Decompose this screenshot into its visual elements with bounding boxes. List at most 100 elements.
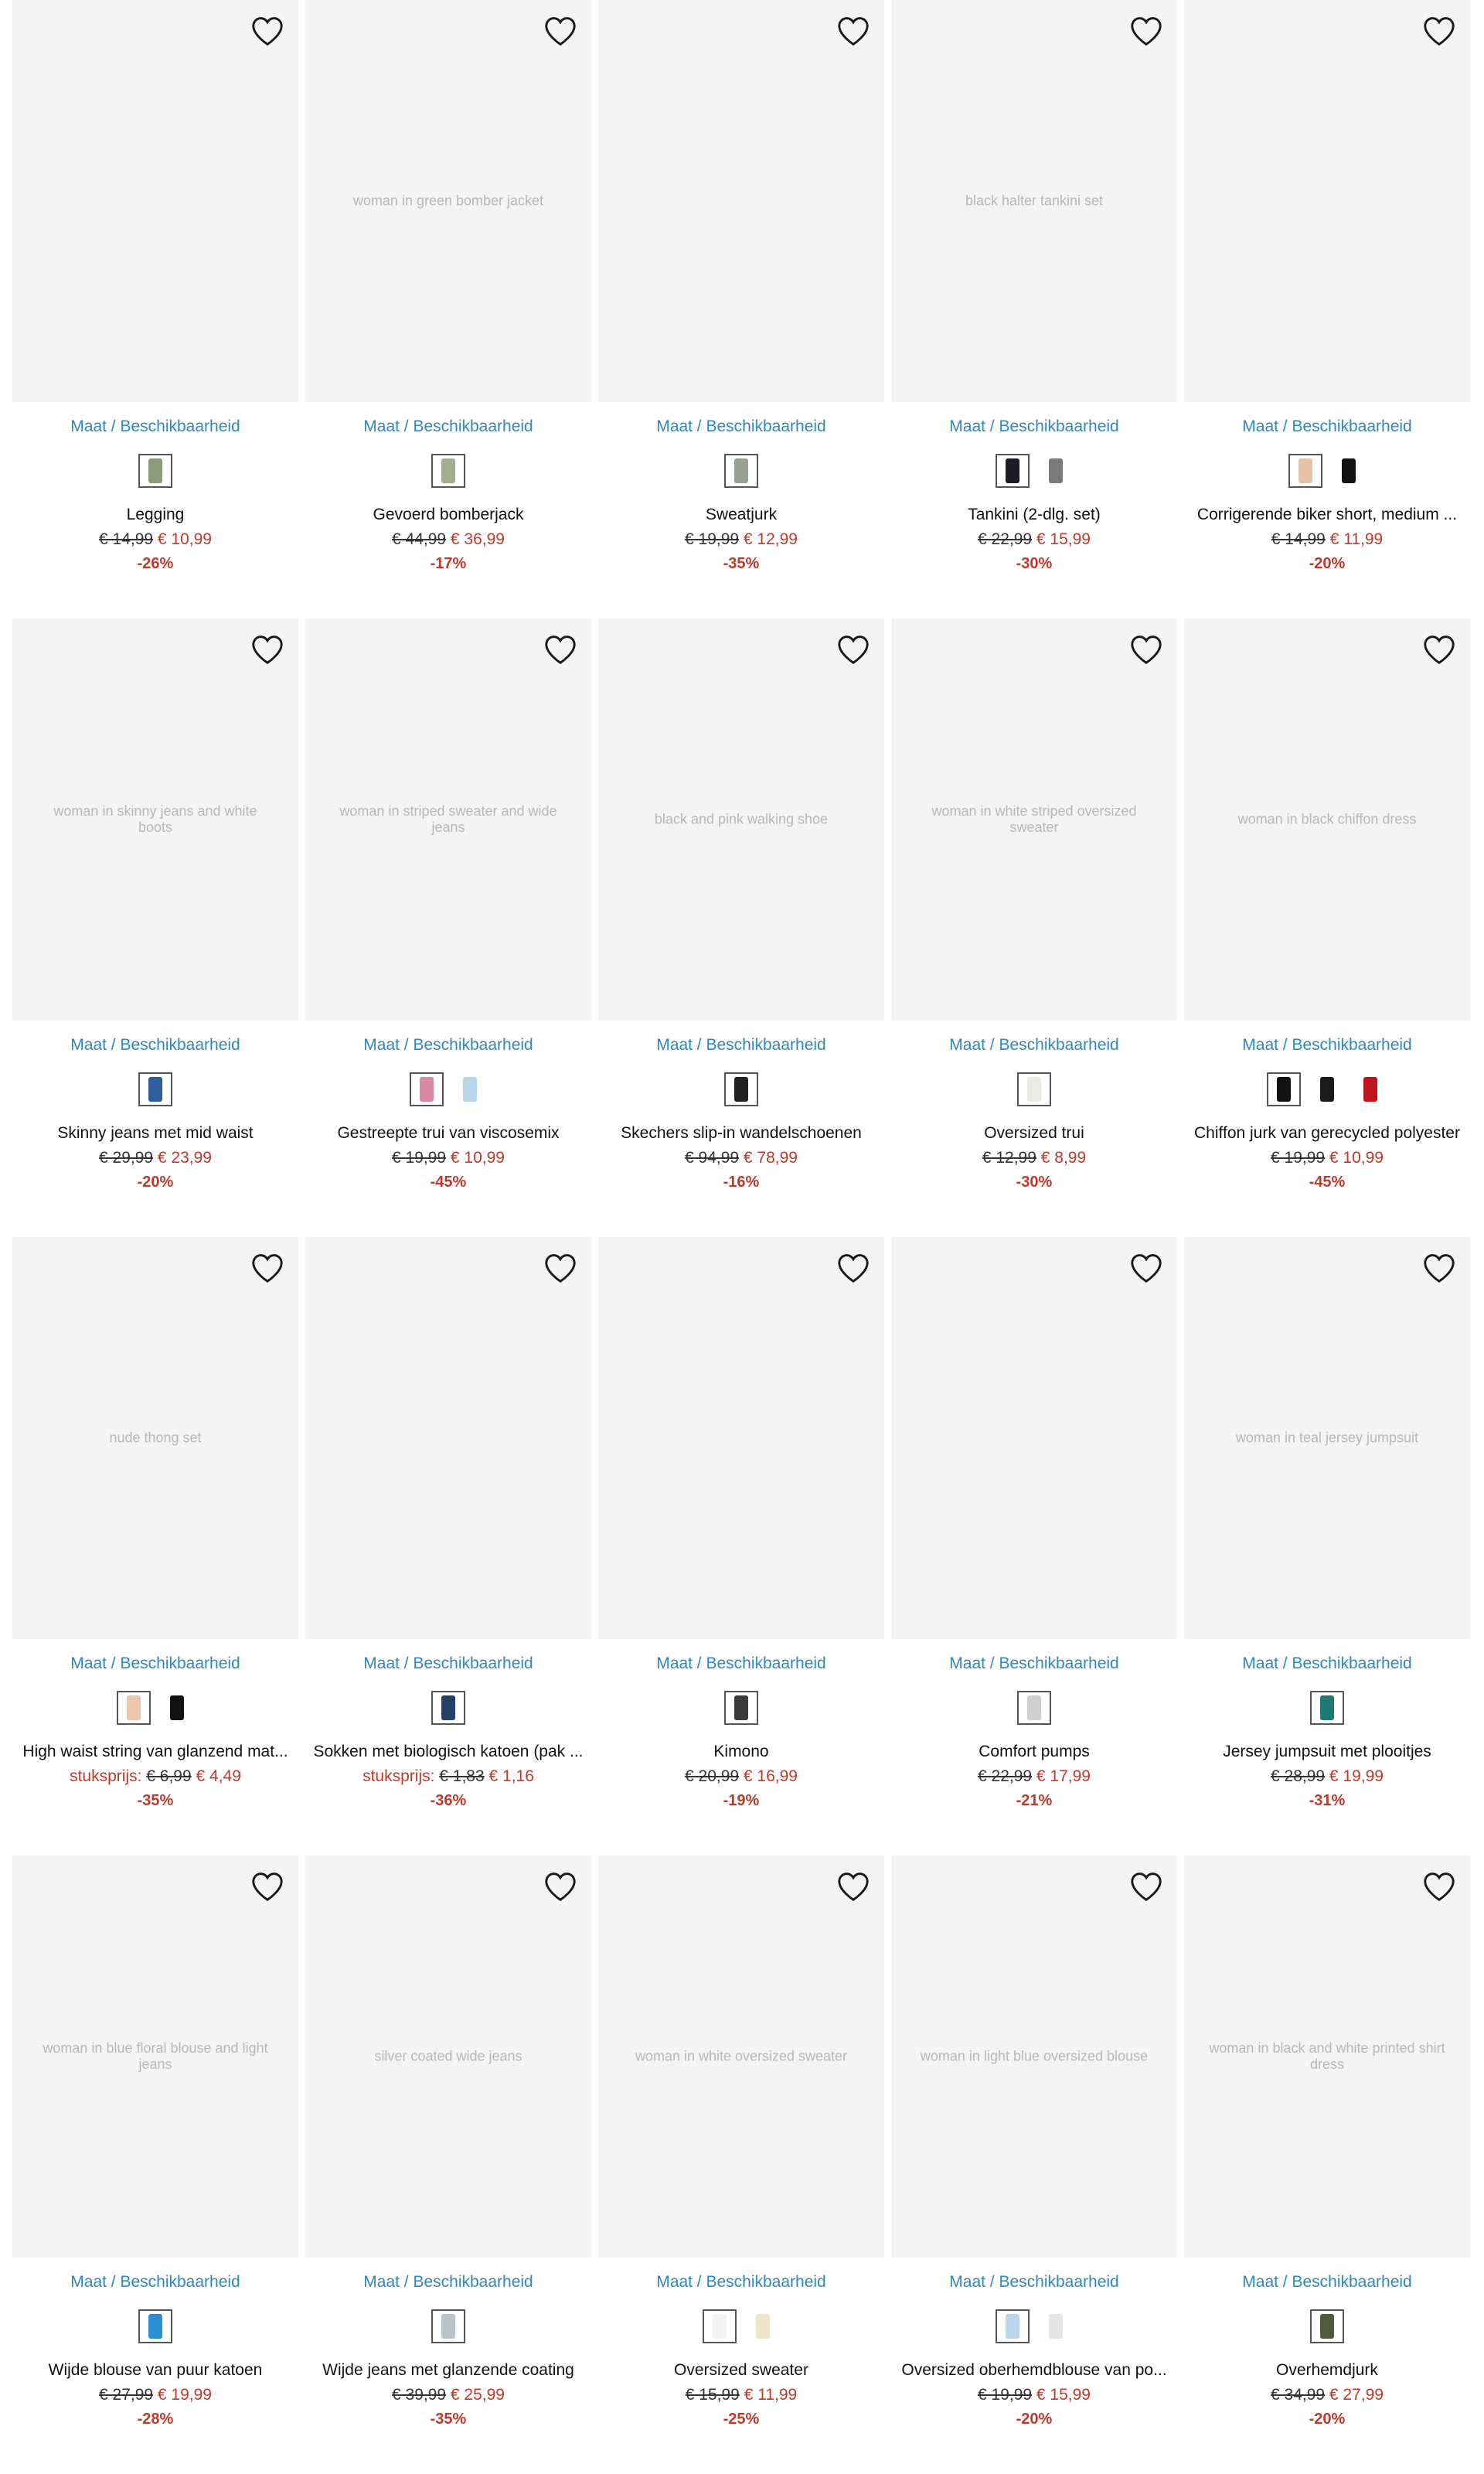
color-swatch[interactable] [138,454,172,488]
product-name[interactable]: Chiffon jurk van gerecycled polyester [1184,1124,1470,1143]
wishlist-heart-icon[interactable] [249,1249,286,1286]
product-name[interactable]: Skinny jeans met mid waist [12,1124,298,1143]
size-availability-link[interactable]: Maat / Beschikbaarheid [598,1036,884,1055]
color-swatch[interactable] [724,1691,758,1725]
color-swatch[interactable] [138,1072,172,1106]
wishlist-heart-icon[interactable] [1421,1868,1458,1905]
product-card[interactable]: woman in blue floral blouse and light je… [12,1855,298,2474]
wishlist-heart-icon[interactable] [542,12,579,49]
color-swatch[interactable] [431,1691,465,1725]
product-name[interactable]: Oversized oberhemdblouse van po... [891,2361,1177,2380]
product-card[interactable]: silver coated wide jeans Maat / Beschikb… [305,1855,591,2474]
color-swatch[interactable] [138,2309,172,2343]
product-name[interactable]: Skechers slip-in wandelschoenen [598,1124,884,1143]
color-swatch[interactable] [1332,454,1366,488]
product-image[interactable]: woman in skinny jeans and white boots [12,618,298,1021]
size-availability-link[interactable]: Maat / Beschikbaarheid [1184,417,1470,436]
color-swatch[interactable] [1267,1072,1301,1106]
product-image[interactable]: woman in striped sweater and wide jeans [305,618,591,1021]
size-availability-link[interactable]: Maat / Beschikbaarheid [12,2273,298,2292]
product-name[interactable]: Jersey jumpsuit met plooitjes [1184,1743,1470,1761]
product-card[interactable]: woman in light blue oversized blouse Maa… [891,1855,1177,2474]
size-availability-link[interactable]: Maat / Beschikbaarheid [305,2273,591,2292]
color-swatch[interactable] [1017,1072,1051,1106]
size-availability-link[interactable]: Maat / Beschikbaarheid [1184,1654,1470,1673]
size-availability-link[interactable]: Maat / Beschikbaarheid [12,417,298,436]
size-availability-link[interactable]: Maat / Beschikbaarheid [598,417,884,436]
product-card[interactable]: woman in skinny jeans and white boots Ma… [12,618,298,1237]
color-swatch[interactable] [996,454,1030,488]
size-availability-link[interactable]: Maat / Beschikbaarheid [12,1036,298,1055]
size-availability-link[interactable]: Maat / Beschikbaarheid [1184,2273,1470,2292]
product-card[interactable]: woman in black chiffon dress Maat / Besc… [1184,618,1470,1237]
product-image[interactable]: woman in black and white printed shirt d… [1184,1855,1470,2258]
color-swatch[interactable] [431,454,465,488]
wishlist-heart-icon[interactable] [835,631,872,668]
product-image[interactable]: woman in black chiffon dress [1184,618,1470,1021]
size-availability-link[interactable]: Maat / Beschikbaarheid [891,2273,1177,2292]
wishlist-heart-icon[interactable] [249,12,286,49]
wishlist-heart-icon[interactable] [542,1249,579,1286]
color-swatch[interactable] [453,1072,487,1106]
size-availability-link[interactable]: Maat / Beschikbaarheid [891,1654,1177,1673]
wishlist-heart-icon[interactable] [1421,1249,1458,1286]
product-card[interactable]: woman in green bomber jacket Maat / Besc… [305,0,591,618]
product-card[interactable]: woman in white oversized sweater Maat / … [598,1855,884,2474]
product-name[interactable]: Comfort pumps [891,1743,1177,1761]
product-name[interactable]: Gestreepte trui van viscosemix [305,1124,591,1143]
product-card[interactable]: nude thong set Maat / Beschikbaarheid Hi… [12,1237,298,1855]
product-image[interactable]: black and pink walking shoe [598,618,884,1021]
color-swatch[interactable] [746,2309,780,2343]
product-image[interactable]: woman in white oversized sweater [598,1855,884,2258]
color-swatch[interactable] [160,1691,194,1725]
size-availability-link[interactable]: Maat / Beschikbaarheid [891,1036,1177,1055]
wishlist-heart-icon[interactable] [835,1249,872,1286]
wishlist-heart-icon[interactable] [1128,1249,1165,1286]
wishlist-heart-icon[interactable] [1128,1868,1165,1905]
color-swatch[interactable] [410,1072,444,1106]
product-card[interactable]: Maat / Beschikbaarheid Kimono € 20,99 € … [598,1237,884,1855]
product-name[interactable]: Oversized sweater [598,2361,884,2380]
color-swatch[interactable] [724,1072,758,1106]
product-image[interactable]: woman in white striped oversized sweater [891,618,1177,1021]
color-swatch[interactable] [1288,454,1322,488]
product-image[interactable] [891,1237,1177,1639]
product-name[interactable]: Tankini (2-dlg. set) [891,506,1177,524]
product-card[interactable]: Maat / Beschikbaarheid Comfort pumps € 2… [891,1237,1177,1855]
color-swatch[interactable] [1039,454,1073,488]
color-swatch[interactable] [724,454,758,488]
color-swatch[interactable] [431,2309,465,2343]
color-swatch[interactable] [1353,1072,1387,1106]
product-card[interactable]: woman in white striped oversized sweater… [891,618,1177,1237]
wishlist-heart-icon[interactable] [249,1868,286,1905]
product-card[interactable]: Maat / Beschikbaarheid Sokken met biolog… [305,1237,591,1855]
product-card[interactable]: Maat / Beschikbaarheid Sweatjurk € 19,99… [598,0,884,618]
color-swatch[interactable] [996,2309,1030,2343]
product-name[interactable]: Gevoerd bomberjack [305,506,591,524]
product-name[interactable]: Kimono [598,1743,884,1761]
color-swatch[interactable] [1310,2309,1344,2343]
product-card[interactable]: woman in striped sweater and wide jeans … [305,618,591,1237]
product-image[interactable]: woman in green bomber jacket [305,0,591,402]
product-card[interactable]: Maat / Beschikbaarheid Corrigerende bike… [1184,0,1470,618]
product-image[interactable]: woman in blue floral blouse and light je… [12,1855,298,2258]
size-availability-link[interactable]: Maat / Beschikbaarheid [598,1654,884,1673]
product-name[interactable]: Wijde jeans met glanzende coating [305,2361,591,2380]
wishlist-heart-icon[interactable] [1128,631,1165,668]
product-name[interactable]: Overhemdjurk [1184,2361,1470,2380]
product-image[interactable]: black halter tankini set [891,0,1177,402]
product-name[interactable]: Sweatjurk [598,506,884,524]
product-name[interactable]: Wijde blouse van puur katoen [12,2361,298,2380]
wishlist-heart-icon[interactable] [1421,631,1458,668]
product-name[interactable]: Legging [12,506,298,524]
size-availability-link[interactable]: Maat / Beschikbaarheid [305,1036,591,1055]
product-image[interactable] [305,1237,591,1639]
size-availability-link[interactable]: Maat / Beschikbaarheid [598,2273,884,2292]
color-swatch[interactable] [1017,1691,1051,1725]
product-image[interactable] [598,1237,884,1639]
color-swatch[interactable] [117,1691,151,1725]
size-availability-link[interactable]: Maat / Beschikbaarheid [891,417,1177,436]
product-name[interactable]: Corrigerende biker short, medium ... [1184,506,1470,524]
product-image[interactable] [598,0,884,402]
product-card[interactable]: black halter tankini set Maat / Beschikb… [891,0,1177,618]
